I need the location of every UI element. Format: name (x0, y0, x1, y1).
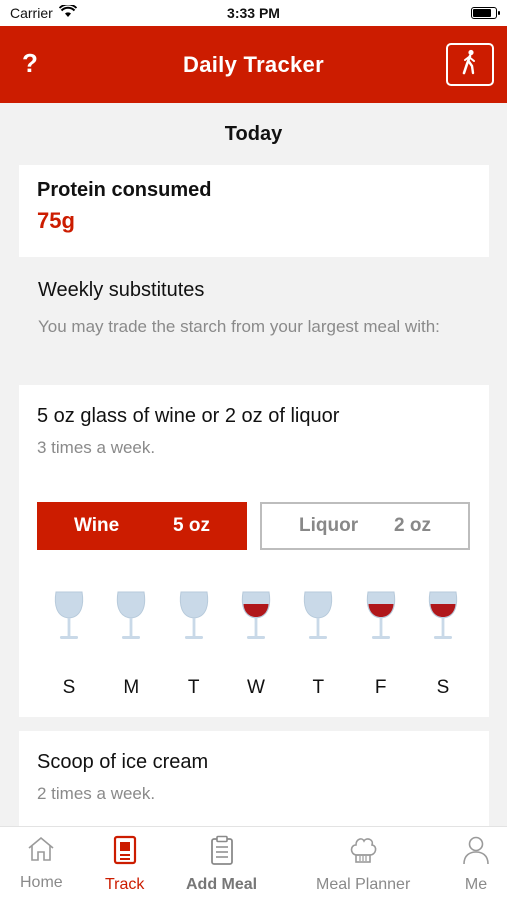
day-label: S (62, 677, 76, 698)
wine-card-frequency: 3 times a week. (37, 438, 156, 457)
weekly-title: Weekly substitutes (38, 279, 205, 301)
walk-button[interactable] (446, 43, 494, 86)
wine-card: 5 oz glass of wine or 2 oz of liquor 3 t… (19, 385, 489, 717)
page-title: Daily Tracker (183, 51, 324, 77)
option-name: Liquor (299, 515, 359, 536)
track-icon (112, 835, 138, 870)
day-glass-5[interactable]: F (364, 590, 398, 699)
day-label: S (436, 677, 450, 698)
wine-glass-full-icon (426, 590, 460, 647)
tab-label: Home (20, 874, 63, 891)
tab-me[interactable]: Me (461, 835, 491, 894)
help-button[interactable]: ? (20, 48, 40, 79)
tab-label: Add Meal (186, 876, 258, 893)
day-glass-6[interactable]: S (426, 590, 460, 699)
nav-bar: ? Daily Tracker (0, 26, 507, 103)
battery-icon (471, 7, 500, 19)
status-bar: Carrier 3:33 PM (0, 0, 507, 26)
option-amount: 2 oz (394, 515, 431, 536)
walking-person-icon (459, 49, 481, 80)
ice-cream-card: Scoop of ice cream 2 times a week. (19, 731, 489, 826)
person-icon (461, 835, 491, 870)
tab-label: Me (464, 876, 488, 893)
wine-glass-full-icon (364, 590, 398, 647)
protein-title: Protein consumed (37, 179, 212, 201)
drink-type-toggle: Wine 5 oz Liquor 2 oz (37, 502, 470, 550)
tab-home[interactable]: Home (20, 835, 63, 892)
tab-track[interactable]: Track (105, 835, 144, 894)
day-glass-4[interactable]: T (301, 590, 335, 699)
wine-glass-full-icon (239, 590, 273, 647)
wine-card-title: 5 oz glass of wine or 2 oz of liquor (37, 405, 340, 427)
date-heading: Today (224, 123, 283, 145)
day-glass-0[interactable]: S (52, 590, 86, 699)
day-label: F (374, 677, 387, 698)
chef-hat-icon (348, 835, 378, 870)
liquor-option-button[interactable]: Liquor 2 oz (260, 502, 470, 550)
wine-glass-empty-icon (52, 590, 86, 647)
home-icon (26, 835, 56, 868)
tab-meal-planner[interactable]: Meal Planner (316, 835, 410, 894)
wine-option-button[interactable]: Wine 5 oz (37, 502, 247, 550)
protein-card: Protein consumed 75g (19, 165, 489, 257)
option-name: Wine (74, 515, 120, 536)
day-label: W (247, 677, 265, 698)
option-amount: 5 oz (173, 515, 210, 536)
content-area[interactable]: Today Protein consumed 75g Weekly substi… (0, 103, 507, 826)
wine-glass-empty-icon (177, 590, 211, 647)
day-label: T (312, 677, 325, 698)
wine-glass-empty-icon (301, 590, 335, 647)
carrier-label: Carrier (10, 5, 53, 21)
wifi-icon (58, 3, 77, 21)
day-glass-1[interactable]: M (114, 590, 148, 699)
day-glass-3[interactable]: W (239, 590, 273, 699)
day-glass-2[interactable]: T (177, 590, 211, 699)
weekly-glasses: SMTWTFS (52, 590, 460, 699)
weekly-substitutes: Weekly substitutes You may trade the sta… (38, 279, 458, 340)
tab-label: Meal Planner (316, 876, 411, 893)
day-label: M (123, 677, 140, 698)
ice-cream-frequency: 2 times a week. (37, 784, 156, 803)
wine-glass-empty-icon (114, 590, 148, 647)
tab-bar: Home Track Add Meal Meal Planner Me (0, 826, 507, 900)
clipboard-icon (209, 835, 235, 870)
separator (0, 717, 507, 731)
weekly-description: You may trade the starch from your large… (38, 317, 440, 336)
protein-value: 75g (37, 208, 75, 233)
day-label: T (187, 677, 200, 698)
ice-cream-title: Scoop of ice cream (37, 751, 209, 773)
tab-add-meal[interactable]: Add Meal (186, 835, 257, 894)
tab-label: Track (105, 876, 145, 893)
